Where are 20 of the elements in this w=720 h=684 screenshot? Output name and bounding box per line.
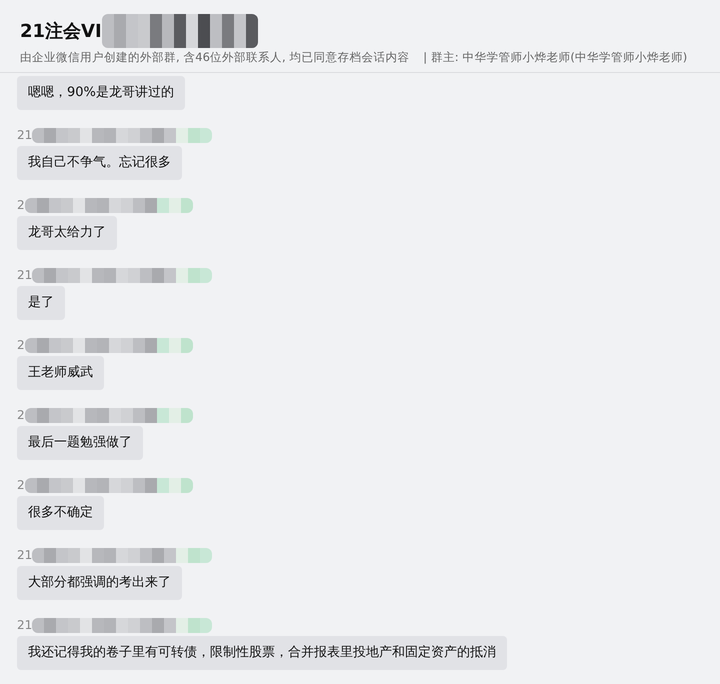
message-bubble: 我还记得我的卷子里有可转债，限制性股票，合并报表里投地产和固定资产的抵消 — [17, 636, 507, 670]
group-title: 21注会VI — [20, 20, 102, 43]
group-description: 由企业微信用户创建的外部群, 含46位外部联系人, 均已同意存档会话内容 — [20, 50, 410, 65]
sender-name: 2 — [17, 338, 25, 352]
sender-name: 21 — [17, 548, 32, 562]
sender-name: 21 — [17, 128, 32, 142]
sender-name: 21 — [17, 268, 32, 282]
message-bubble: 龙哥太给力了 — [17, 216, 117, 250]
message-bubble: 嗯嗯，90%是龙哥讲过的 — [17, 76, 185, 110]
message-bubble: 大部分都强调的考出来了 — [17, 566, 182, 600]
sender-name: 2 — [17, 198, 25, 212]
message-bubble: 是了 — [17, 286, 65, 320]
sender-name: 21 — [17, 618, 32, 632]
message-bubble: 我自己不争气。忘记很多 — [17, 146, 182, 180]
sender-name: 2 — [17, 408, 25, 422]
message-bubble: 王老师威武 — [17, 356, 104, 390]
sender-name: 2 — [17, 478, 25, 492]
message-bubble: 最后一题勉强做了 — [17, 426, 143, 460]
group-owner: | 群主: 中华学管师小烨老师(中华学管师小烨老师) — [423, 50, 688, 65]
message-bubble: 很多不确定 — [17, 496, 104, 530]
